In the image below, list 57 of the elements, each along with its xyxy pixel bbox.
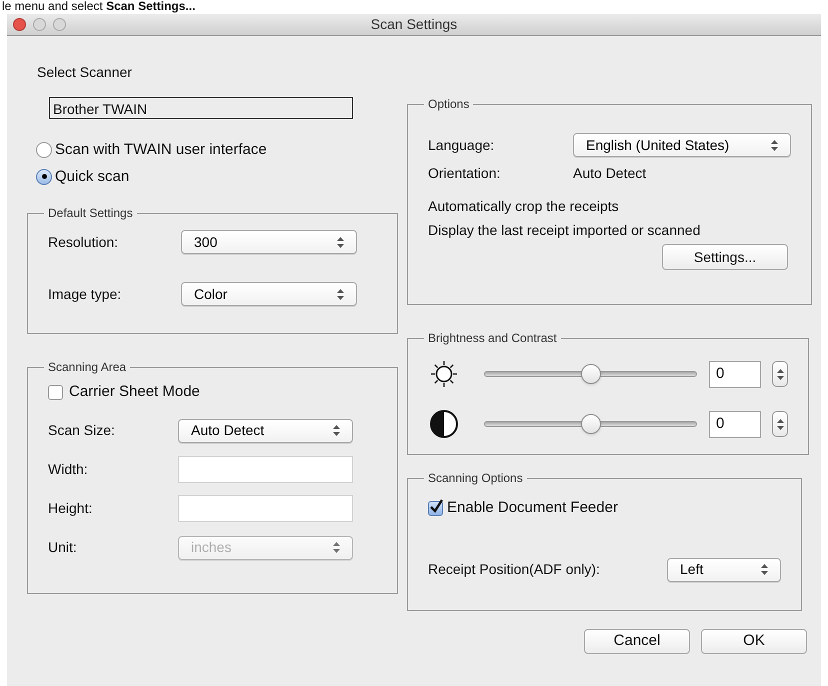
- stepper-arrows-icon: [771, 140, 778, 150]
- dialog-button[interactable]: OK: [701, 629, 807, 654]
- field-value: Auto Detect: [573, 164, 646, 183]
- group-title: Default Settings: [47, 205, 134, 222]
- checkbox[interactable]: [428, 500, 443, 516]
- section-label: Select Scanner: [37, 63, 133, 82]
- scanner-field[interactable]: Brother TWAIN: [49, 97, 353, 119]
- stepper-arrows-icon: [337, 288, 344, 300]
- group-title: Scanning Options: [427, 470, 524, 487]
- value-field[interactable]: 0: [709, 410, 761, 438]
- stepper-arrows-icon: [776, 368, 784, 380]
- field-label: Orientation:: [428, 164, 502, 183]
- group-title: Scanning Area: [47, 359, 128, 376]
- input-field[interactable]: [178, 456, 353, 483]
- input-field[interactable]: [178, 495, 353, 522]
- stepper-arrows-icon: [761, 564, 768, 575]
- field-label: Image type:: [48, 284, 122, 304]
- dropdown[interactable]: 300: [181, 230, 357, 254]
- slider-thumb[interactable]: [580, 414, 600, 434]
- window-controls-icon[interactable]: [13, 18, 67, 31]
- field-label: Language:: [428, 136, 496, 155]
- dropdown[interactable]: English (United States): [573, 133, 791, 157]
- field-label: Unit:: [48, 538, 78, 557]
- group-title: Brightness and Contrast: [427, 330, 558, 347]
- radio-button[interactable]: [36, 168, 52, 185]
- dropdown[interactable]: Color: [181, 282, 357, 306]
- radio-option[interactable]: Quick scan: [36, 166, 407, 188]
- field-label: Scan Size:: [48, 421, 116, 440]
- dialog-button[interactable]: Cancel: [584, 629, 690, 654]
- stepper-arrows-icon: [337, 236, 344, 248]
- checkbox-label: Carrier Sheet Mode: [69, 382, 200, 402]
- field-label: Width:: [48, 460, 89, 479]
- radio-button[interactable]: [36, 142, 52, 158]
- value-field[interactable]: 0: [709, 360, 761, 388]
- contrast-icon: [428, 408, 460, 440]
- field-label: Resolution:: [48, 232, 120, 252]
- caption-text: le menu and select Scan Settings...: [2, 0, 196, 13]
- window-title: Scan Settings: [370, 15, 458, 34]
- option-text: Automatically crop the receipts: [428, 197, 620, 216]
- field-label: Height:: [48, 499, 94, 518]
- stepper-arrows-icon: [333, 542, 340, 553]
- stepper-arrows-icon: [333, 425, 340, 436]
- dropdown[interactable]: Auto Detect: [178, 418, 353, 442]
- group-title: Options: [427, 96, 470, 113]
- slider-thumb[interactable]: [580, 364, 600, 384]
- checkbox-label: Enable Document Feeder: [447, 498, 618, 518]
- stepper[interactable]: [772, 361, 788, 387]
- radio-option[interactable]: Scan with TWAIN user interface: [36, 139, 407, 162]
- checkbox[interactable]: [48, 384, 63, 400]
- field-label: Receipt Position(ADF only):: [428, 560, 601, 579]
- sun-icon: [428, 358, 460, 390]
- stepper-arrows-icon: [776, 418, 784, 430]
- checkmark-icon: [429, 498, 444, 514]
- dropdown[interactable]: Left: [667, 558, 781, 582]
- stepper[interactable]: [772, 411, 788, 437]
- settings-button[interactable]: Settings...: [662, 244, 788, 270]
- option-text: Display the last receipt imported or scanned: [428, 221, 702, 240]
